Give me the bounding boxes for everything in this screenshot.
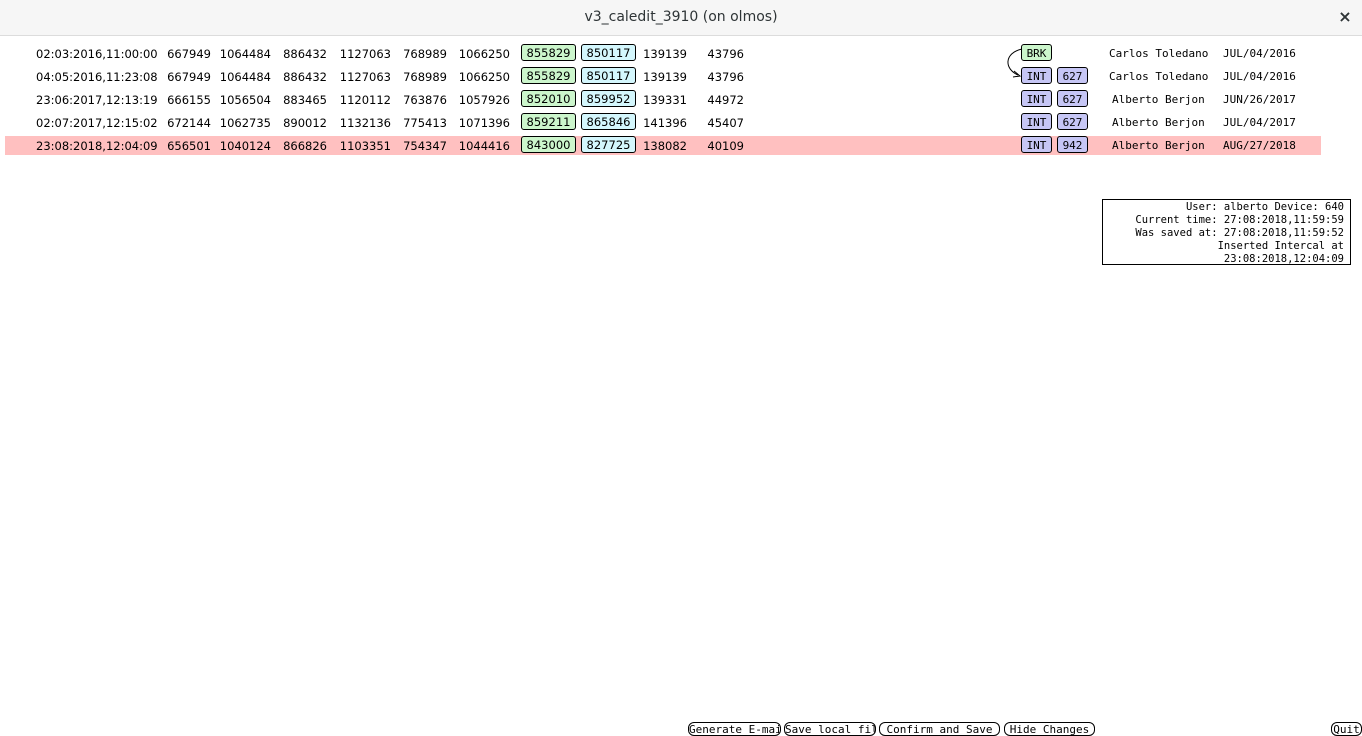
confirm-and-save-button[interactable]: Confirm and Save [879, 722, 1000, 736]
value-cell: 1064484 [219, 70, 271, 84]
table-row[interactable]: 02:03:2016,11:00:00 667949 1064484 88643… [5, 44, 1321, 63]
user-cell: Alberto Berjon [1112, 116, 1205, 129]
value-cell: 775413 [403, 116, 447, 130]
value-cell: 1057926 [458, 93, 510, 107]
value-cell: 667949 [167, 70, 211, 84]
value-cell: 1056504 [219, 93, 271, 107]
value-cell: 1071396 [458, 116, 510, 130]
saved-date-cell: JUL/04/2017 [1223, 116, 1296, 129]
save-local-file-button[interactable]: Save local file [784, 722, 876, 736]
value-box-green[interactable]: 859211 [521, 113, 576, 130]
value-cell: 1066250 [458, 70, 510, 84]
value-cell: 768989 [403, 70, 447, 84]
value-cell: 138082 [643, 139, 687, 153]
value-box-cyan[interactable]: 850117 [581, 44, 636, 61]
value-cell: 886432 [283, 70, 327, 84]
window-titlebar: v3_caledit_3910 (on olmos) × [0, 0, 1362, 36]
value-cell: 768989 [403, 47, 447, 61]
value-cell: 1044416 [458, 139, 510, 153]
value-cell: 656501 [167, 139, 211, 153]
value-cell: 1127063 [339, 70, 391, 84]
tag-box[interactable]: BRK [1021, 44, 1052, 61]
user-cell: Alberto Berjon [1112, 139, 1205, 152]
value-box-green[interactable]: 855829 [521, 44, 576, 61]
value-cell: 141396 [643, 116, 687, 130]
saved-date-cell: AUG/27/2018 [1223, 139, 1296, 152]
table-row[interactable]: 23:06:2017,12:13:19 666155 1056504 88346… [5, 90, 1321, 109]
tag-box[interactable]: INT [1021, 136, 1052, 153]
value-cell: 1066250 [458, 47, 510, 61]
value-cell: 672144 [167, 116, 211, 130]
value-cell: 866826 [283, 139, 327, 153]
date-cell: 02:07:2017,12:15:02 [36, 116, 158, 130]
tag-box[interactable]: INT [1021, 113, 1052, 130]
value-cell: 1040124 [219, 139, 271, 153]
value-cell: 139139 [643, 70, 687, 84]
value-box-cyan[interactable]: 865846 [581, 113, 636, 130]
info-saved-at: Was saved at: 27:08:2018,11:59:52 [1135, 227, 1344, 239]
link-arrow-icon [1007, 48, 1023, 78]
value-cell: 763876 [403, 93, 447, 107]
value-cell: 43796 [707, 70, 744, 84]
number-box[interactable]: 627 [1057, 113, 1088, 130]
tag-box[interactable]: INT [1021, 67, 1052, 84]
value-cell: 667949 [167, 47, 211, 61]
value-cell: 886432 [283, 47, 327, 61]
value-box-cyan[interactable]: 850117 [581, 67, 636, 84]
value-cell: 883465 [283, 93, 327, 107]
saved-date-cell: JUN/26/2017 [1223, 93, 1296, 106]
user-cell: Carlos Toledano [1109, 47, 1209, 60]
value-cell: 1120112 [339, 93, 391, 107]
value-cell: 139331 [643, 93, 687, 107]
info-user-device: User: alberto Device: 640 [1185, 201, 1344, 213]
close-icon[interactable]: × [1336, 7, 1354, 27]
info-current-time: Current time: 27:08:2018,11:59:59 [1135, 214, 1344, 226]
user-cell: Alberto Berjon [1112, 93, 1205, 106]
value-box-cyan[interactable]: 827725 [581, 136, 636, 153]
value-box-cyan[interactable]: 859952 [581, 90, 636, 107]
info-panel: User: alberto Device: 640 Current time: … [1102, 199, 1351, 265]
hide-changes-button[interactable]: Hide Changes [1004, 722, 1095, 736]
date-cell: 23:08:2018,12:04:09 [36, 139, 158, 153]
value-cell: 40109 [707, 139, 744, 153]
value-cell: 44972 [707, 93, 744, 107]
tag-box[interactable]: INT [1021, 90, 1052, 107]
value-cell: 1103351 [339, 139, 391, 153]
value-box-green[interactable]: 855829 [521, 67, 576, 84]
value-cell: 1064484 [219, 47, 271, 61]
generate-email-button[interactable]: Generate E-mail [688, 722, 781, 736]
value-cell: 1132136 [339, 116, 391, 130]
value-cell: 45407 [707, 116, 744, 130]
value-box-green[interactable]: 843000 [521, 136, 576, 153]
value-cell: 43796 [707, 47, 744, 61]
value-cell: 139139 [643, 47, 687, 61]
date-cell: 02:03:2016,11:00:00 [36, 47, 158, 61]
date-cell: 04:05:2016,11:23:08 [36, 70, 158, 84]
number-box[interactable]: 627 [1057, 90, 1088, 107]
window-title: v3_caledit_3910 (on olmos) [584, 9, 778, 25]
saved-date-cell: JUL/04/2016 [1223, 47, 1296, 60]
info-inserted-intercal: Inserted Intercal at 23:08:2018,12:04:09 [1217, 240, 1344, 265]
date-cell: 23:06:2017,12:13:19 [36, 93, 158, 107]
value-cell: 1062735 [219, 116, 271, 130]
quit-button[interactable]: Quit [1331, 722, 1362, 736]
value-cell: 890012 [283, 116, 327, 130]
value-cell: 666155 [167, 93, 211, 107]
value-box-green[interactable]: 852010 [521, 90, 576, 107]
user-cell: Carlos Toledano [1109, 70, 1209, 83]
number-box[interactable]: 942 [1057, 136, 1088, 153]
value-cell: 754347 [403, 139, 447, 153]
number-box[interactable]: 627 [1057, 67, 1088, 84]
table-row-selected[interactable]: 23:08:2018,12:04:09 656501 1040124 86682… [5, 136, 1321, 155]
table-row[interactable]: 04:05:2016,11:23:08 667949 1064484 88643… [5, 67, 1321, 86]
value-cell: 1127063 [339, 47, 391, 61]
saved-date-cell: JUL/04/2016 [1223, 70, 1296, 83]
table-row[interactable]: 02:07:2017,12:15:02 672144 1062735 89001… [5, 113, 1321, 132]
